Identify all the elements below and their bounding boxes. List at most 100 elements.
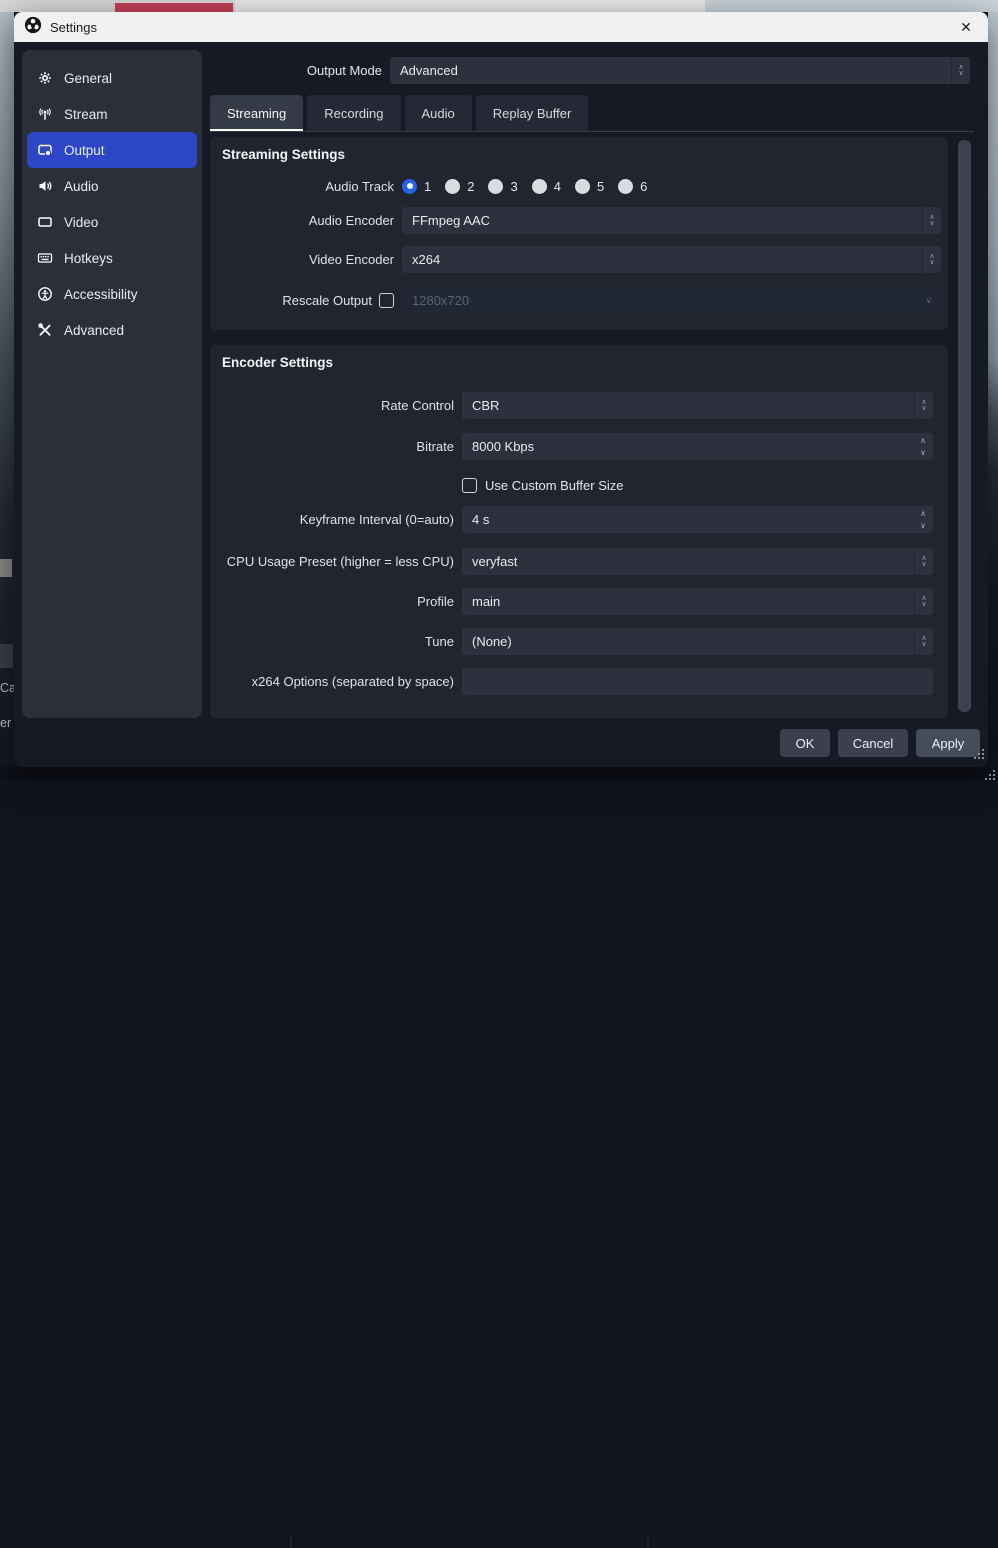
video-encoder-spinner[interactable]: ∧∨ bbox=[922, 246, 941, 273]
sidebar-item-label: Output bbox=[64, 143, 105, 158]
sidebar-item-output[interactable]: Output bbox=[27, 132, 197, 168]
radio-icon[interactable] bbox=[445, 179, 460, 194]
rate-control-value: CBR bbox=[462, 398, 914, 413]
tab-audio[interactable]: Audio bbox=[405, 95, 472, 131]
tune-spinner[interactable]: ∧∨ bbox=[914, 628, 933, 655]
dialog-title: Settings bbox=[50, 20, 946, 35]
radio-icon[interactable] bbox=[618, 179, 633, 194]
ok-button[interactable]: OK bbox=[780, 729, 830, 757]
keyframe-interval-row: Keyframe Interval (0=auto) 4 s ∧∨ bbox=[210, 506, 948, 533]
rescale-output-label: Rescale Output bbox=[282, 293, 372, 308]
rescale-resolution-select[interactable]: 1280x720 ∨ bbox=[402, 287, 941, 314]
use-custom-buffer-size-label: Use Custom Buffer Size bbox=[485, 478, 623, 493]
tab-streaming[interactable]: Streaming bbox=[210, 95, 303, 131]
radio-icon[interactable] bbox=[575, 179, 590, 194]
obs-logo-icon bbox=[24, 16, 42, 39]
tools-icon bbox=[37, 322, 53, 338]
cancel-button[interactable]: Cancel bbox=[838, 729, 908, 757]
background-fragment bbox=[0, 559, 12, 577]
dialog-titlebar[interactable]: Settings ✕ bbox=[14, 12, 988, 42]
tab-recording[interactable]: Recording bbox=[307, 95, 400, 131]
encoder-settings-header: Encoder Settings bbox=[222, 355, 333, 370]
background-fragment bbox=[0, 644, 13, 668]
sidebar-item-label: Stream bbox=[64, 107, 108, 122]
radio-icon[interactable] bbox=[532, 179, 547, 194]
chevron-down-icon: ∨ bbox=[921, 602, 926, 608]
bitrate-spinbox[interactable]: 8000 Kbps ∧∨ bbox=[462, 433, 933, 460]
cpu-usage-preset-row: CPU Usage Preset (higher = less CPU) ver… bbox=[210, 548, 948, 575]
tabs-divider bbox=[210, 131, 974, 132]
close-icon[interactable]: ✕ bbox=[954, 16, 978, 38]
sidebar-item-stream[interactable]: Stream bbox=[27, 96, 197, 132]
sidebar-item-audio[interactable]: Audio bbox=[27, 168, 197, 204]
keyframe-interval-spinbox[interactable]: 4 s ∧∨ bbox=[462, 506, 933, 533]
radio-icon[interactable] bbox=[488, 179, 503, 194]
main-window-resize-grip[interactable] bbox=[985, 768, 996, 786]
rate-control-label: Rate Control bbox=[210, 398, 462, 413]
tune-row: Tune (None) ∧∨ bbox=[210, 628, 948, 655]
tab-label: Recording bbox=[324, 106, 383, 121]
bitrate-row: Bitrate 8000 Kbps ∧∨ bbox=[210, 433, 948, 460]
scrollbar-thumb[interactable] bbox=[958, 140, 971, 712]
streaming-settings-panel: Streaming Settings Audio Track 1 2 3 4 5… bbox=[210, 137, 948, 330]
accessibility-icon bbox=[37, 286, 53, 302]
audio-encoder-label: Audio Encoder bbox=[210, 213, 402, 228]
sidebar-item-advanced[interactable]: Advanced bbox=[27, 312, 197, 348]
apply-button[interactable]: Apply bbox=[916, 729, 980, 757]
tune-label: Tune bbox=[210, 634, 462, 649]
profile-value: main bbox=[462, 594, 914, 609]
audio-encoder-value: FFmpeg AAC bbox=[402, 213, 922, 228]
profile-select[interactable]: main ∧∨ bbox=[462, 588, 933, 615]
background-divider bbox=[647, 1535, 649, 1548]
audio-track-option-1[interactable]: 1 bbox=[402, 179, 431, 194]
cpu-usage-preset-select[interactable]: veryfast ∧∨ bbox=[462, 548, 933, 575]
rescale-output-checkbox[interactable] bbox=[379, 293, 394, 308]
chevron-down-icon: ∨ bbox=[929, 221, 934, 227]
audio-track-option-2[interactable]: 2 bbox=[445, 179, 474, 194]
radio-icon[interactable] bbox=[402, 179, 417, 194]
bitrate-label: Bitrate bbox=[210, 439, 462, 454]
tune-value: (None) bbox=[462, 634, 914, 649]
chevron-up-icon: ∧ bbox=[920, 436, 926, 445]
sidebar-item-label: General bbox=[64, 71, 112, 86]
tab-label: Streaming bbox=[227, 106, 286, 121]
audio-track-option-4[interactable]: 4 bbox=[532, 179, 561, 194]
keyframe-interval-stepper[interactable]: ∧∨ bbox=[920, 509, 933, 530]
cpu-usage-preset-value: veryfast bbox=[462, 554, 914, 569]
output-mode-spinner[interactable]: ∧∨ bbox=[951, 57, 970, 84]
rate-control-spinner[interactable]: ∧∨ bbox=[914, 392, 933, 419]
tab-label: Replay Buffer bbox=[493, 106, 572, 121]
audio-track-option-6[interactable]: 6 bbox=[618, 179, 647, 194]
radio-label: 2 bbox=[467, 179, 474, 194]
bitrate-stepper[interactable]: ∧∨ bbox=[920, 436, 933, 457]
output-mode-select[interactable]: Advanced ∧∨ bbox=[390, 57, 970, 84]
tab-label: Audio bbox=[422, 106, 455, 121]
rate-control-select[interactable]: CBR ∧∨ bbox=[462, 392, 933, 419]
sidebar-item-label: Video bbox=[64, 215, 98, 230]
chevron-down-icon: ∨ bbox=[921, 562, 926, 568]
video-encoder-select[interactable]: x264 ∧∨ bbox=[402, 246, 941, 273]
use-custom-buffer-size-checkbox[interactable] bbox=[462, 478, 477, 493]
chevron-down-icon: ∨ bbox=[921, 642, 926, 648]
sidebar-item-general[interactable]: General bbox=[27, 60, 197, 96]
settings-sidebar: General Stream Output Audio Video Hotkey… bbox=[22, 50, 202, 718]
audio-track-option-3[interactable]: 3 bbox=[488, 179, 517, 194]
output-icon bbox=[37, 142, 53, 158]
tab-replay-buffer[interactable]: Replay Buffer bbox=[476, 95, 589, 131]
keyframe-interval-label: Keyframe Interval (0=auto) bbox=[210, 512, 462, 527]
sidebar-item-label: Accessibility bbox=[64, 287, 138, 302]
dialog-resize-grip[interactable] bbox=[974, 747, 985, 765]
cpu-usage-preset-spinner[interactable]: ∧∨ bbox=[914, 548, 933, 575]
tune-select[interactable]: (None) ∧∨ bbox=[462, 628, 933, 655]
radio-label: 5 bbox=[597, 179, 604, 194]
sidebar-item-hotkeys[interactable]: Hotkeys bbox=[27, 240, 197, 276]
audio-track-option-5[interactable]: 5 bbox=[575, 179, 604, 194]
x264-options-input[interactable] bbox=[462, 668, 933, 695]
sidebar-item-accessibility[interactable]: Accessibility bbox=[27, 276, 197, 312]
sidebar-item-video[interactable]: Video bbox=[27, 204, 197, 240]
audio-encoder-select[interactable]: FFmpeg AAC ∧∨ bbox=[402, 207, 941, 234]
audio-encoder-spinner[interactable]: ∧∨ bbox=[922, 207, 941, 234]
output-tabs: Streaming Recording Audio Replay Buffer bbox=[210, 95, 588, 131]
desktop-top-strip-light bbox=[235, 0, 705, 12]
profile-spinner[interactable]: ∧∨ bbox=[914, 588, 933, 615]
